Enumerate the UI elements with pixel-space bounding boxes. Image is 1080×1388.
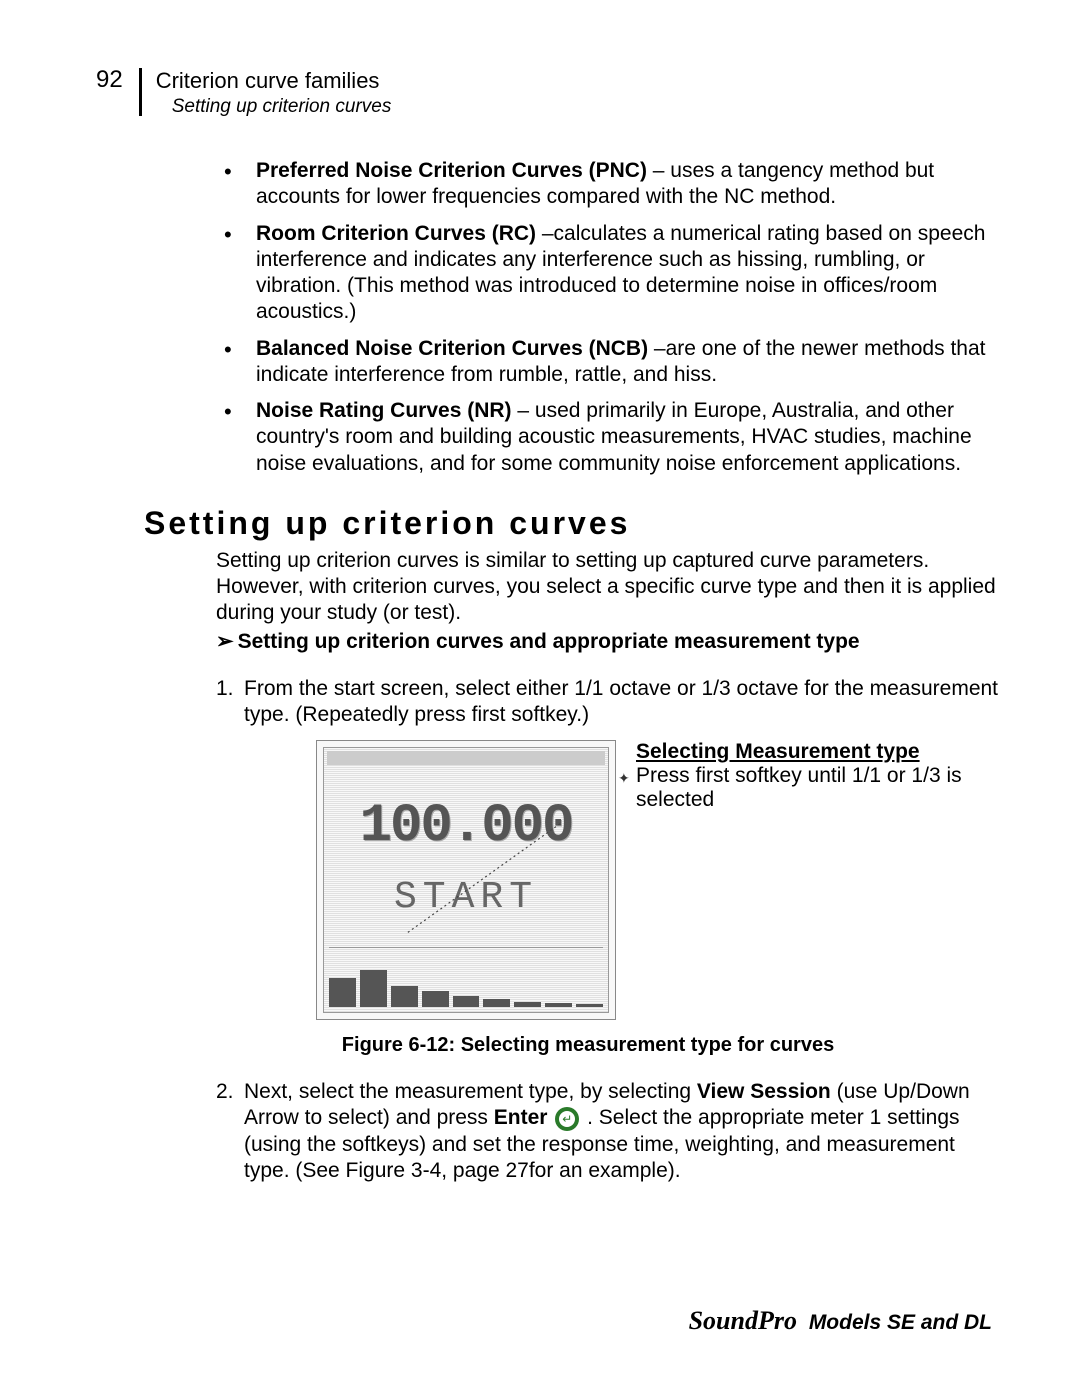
bullet-item-nr: Noise Rating Curves (NR) – used primaril… — [216, 398, 1000, 477]
figure-caption: Figure 6-12: Selecting measurement type … — [176, 1034, 1000, 1057]
bullet-strong: Balanced Noise Criterion Curves (NCB) — [256, 337, 648, 360]
section-heading: Setting up criterion curves — [144, 505, 1000, 542]
criterion-bullets: Preferred Noise Criterion Curves (PNC) –… — [216, 158, 1000, 477]
brand-logo: SoundPro — [689, 1306, 797, 1335]
header-text-block: Criterion curve families Setting up crit… — [156, 68, 392, 118]
bullet-item-rc: Room Criterion Curves (RC) –calculates a… — [216, 221, 1000, 326]
footer-brand: SoundPro Models SE and DL — [689, 1306, 992, 1336]
header-divider — [139, 68, 142, 116]
device-screenshot: 100.000 START — [316, 740, 616, 1020]
enter-key-icon — [555, 1107, 579, 1131]
page-header: 92 Criterion curve families Setting up c… — [96, 68, 1000, 118]
procedure-title-text: Setting up criterion curves and appropri… — [238, 630, 860, 653]
page-number: 92 — [96, 66, 123, 94]
step2-bold2: Enter — [494, 1106, 548, 1129]
step-text: From the start screen, select either 1/1… — [244, 677, 998, 726]
callout-title: Selecting Measurement type — [636, 740, 986, 764]
bullet-strong: Preferred Noise Criterion Curves (PNC) — [256, 159, 647, 182]
device-bar-graph — [329, 947, 603, 1007]
section-intro: Setting up criterion curves is similar t… — [216, 548, 1000, 627]
procedure-title: ➢Setting up criterion curves and appropr… — [216, 629, 1000, 654]
device-reading: 100.000 — [317, 796, 615, 857]
device-start-label: START — [317, 876, 615, 919]
brand-models: Models SE and DL — [809, 1311, 992, 1334]
procedure-steps: 1. From the start screen, select either … — [216, 676, 1000, 729]
procedure-steps-2: 2. Next, select the measurement type, by… — [216, 1079, 1000, 1184]
figure-callout: ✦ Selecting Measurement type Press first… — [636, 740, 986, 812]
callout-body: Press first softkey until 1/1 or 1/3 is … — [636, 764, 986, 812]
bullet-strong: Noise Rating Curves (NR) — [256, 399, 512, 422]
step2-pre: Next, select the measurement type, by se… — [244, 1080, 697, 1103]
header-title: Criterion curve families — [156, 68, 392, 94]
step-1: 1. From the start screen, select either … — [216, 676, 1000, 729]
chevron-right-icon: ➢ — [216, 629, 234, 654]
step2-bold1: View Session — [697, 1080, 831, 1103]
step-2: 2. Next, select the measurement type, by… — [216, 1079, 1000, 1184]
step-number: 2. — [216, 1079, 234, 1105]
bullet-strong: Room Criterion Curves (RC) — [256, 222, 536, 245]
header-subtitle: Setting up criterion curves — [172, 96, 392, 118]
main-content: Preferred Noise Criterion Curves (PNC) –… — [216, 158, 1000, 1184]
device-top-band — [327, 751, 605, 765]
callout-arrow-icon: ✦ — [618, 770, 630, 787]
bullet-item-ncb: Balanced Noise Criterion Curves (NCB) –a… — [216, 336, 1000, 389]
bullet-item-pnc: Preferred Noise Criterion Curves (PNC) –… — [216, 158, 1000, 211]
step-number: 1. — [216, 676, 234, 702]
figure-row: 100.000 START ✦ Selecting Measurement ty… — [316, 740, 1000, 1020]
